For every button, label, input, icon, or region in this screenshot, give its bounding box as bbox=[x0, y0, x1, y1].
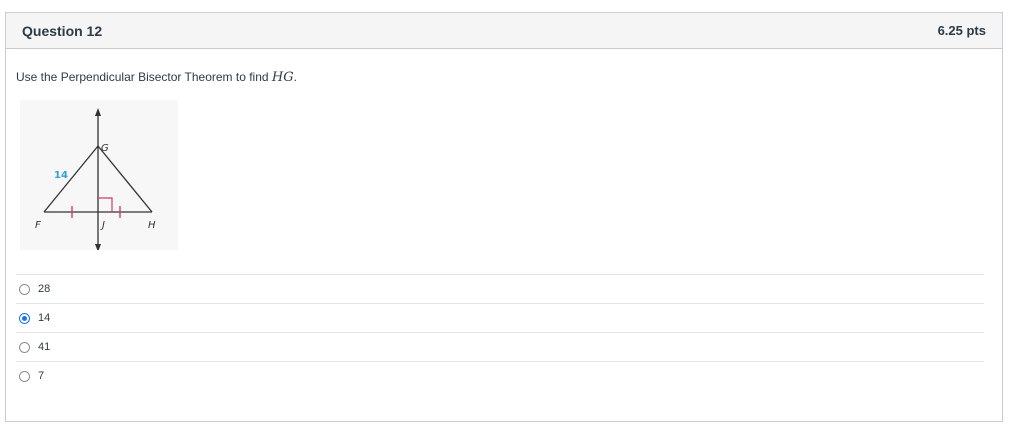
triangle-figure: G 14 F J H bbox=[20, 100, 178, 250]
answer-label: 41 bbox=[38, 341, 51, 353]
radio-button[interactable] bbox=[19, 341, 30, 353]
answer-option[interactable]: 28 bbox=[16, 274, 984, 303]
label-H: H bbox=[148, 220, 156, 231]
prompt-math: HG bbox=[271, 70, 294, 85]
answer-list: 28 14 41 7 bbox=[16, 274, 984, 390]
label-F: F bbox=[35, 220, 41, 231]
answer-option[interactable]: 14 bbox=[16, 303, 984, 332]
answer-option[interactable]: 7 bbox=[16, 361, 984, 390]
label-side-14: 14 bbox=[54, 170, 68, 181]
radio-button-selected[interactable] bbox=[19, 312, 30, 324]
prompt-text: Use the Perpendicular Bisector Theorem t… bbox=[16, 70, 272, 84]
question-prompt: Use the Perpendicular Bisector Theorem t… bbox=[16, 70, 297, 85]
answer-label: 7 bbox=[38, 370, 45, 382]
answer-label: 28 bbox=[38, 283, 51, 295]
answer-option[interactable]: 41 bbox=[16, 332, 984, 361]
radio-button[interactable] bbox=[19, 370, 30, 382]
prompt-end: . bbox=[293, 70, 297, 84]
question-title: Question 12 bbox=[22, 22, 103, 39]
question-header: Question 12 6.25 pts bbox=[6, 13, 1002, 49]
label-G: G bbox=[101, 143, 109, 154]
question-points: 6.25 pts bbox=[937, 23, 986, 38]
radio-button[interactable] bbox=[19, 283, 30, 295]
answer-label: 14 bbox=[38, 312, 51, 324]
